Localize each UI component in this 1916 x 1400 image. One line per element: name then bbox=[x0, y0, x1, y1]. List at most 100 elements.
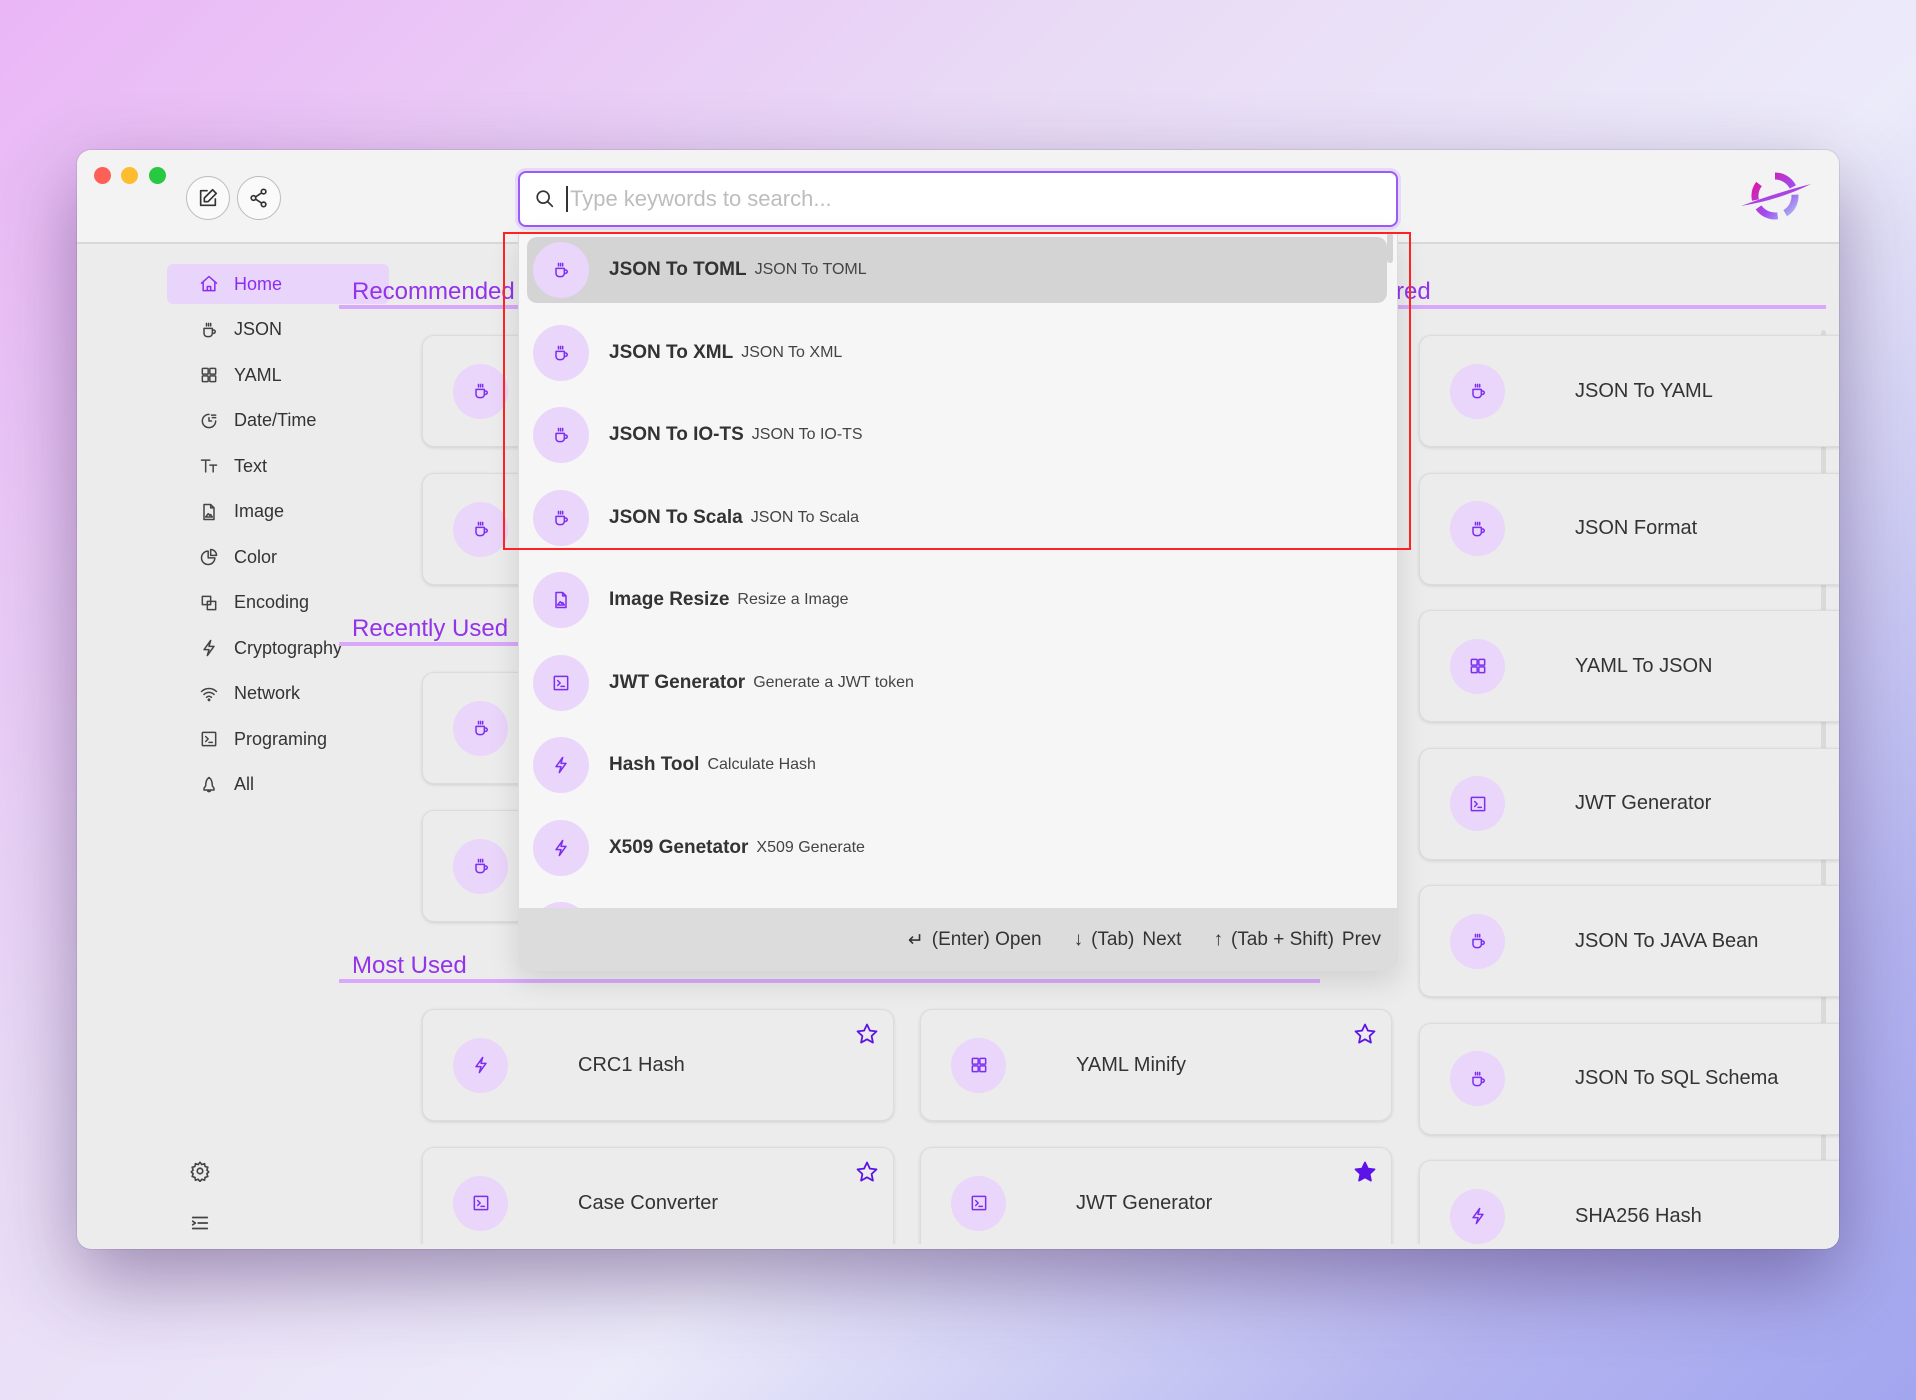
bolt-icon bbox=[1450, 1188, 1505, 1244]
tool-card-title: CRC1 Hash bbox=[578, 1053, 685, 1076]
result-title: JSON To XML bbox=[609, 341, 734, 363]
search-result-item[interactable]: JSON To IO-TS JSON To IO-TS bbox=[527, 402, 1387, 468]
tool-card[interactable]: CRC1 Hash bbox=[422, 1009, 894, 1121]
star-outline-icon[interactable] bbox=[855, 1022, 879, 1046]
search-result-item[interactable]: Image Resize Resize a Image bbox=[527, 567, 1387, 633]
settings-button[interactable] bbox=[189, 1160, 211, 1182]
cup-icon bbox=[1450, 1051, 1505, 1106]
sidebar-item-label: JSON bbox=[234, 319, 283, 339]
cup-icon bbox=[199, 320, 221, 340]
tool-card[interactable]: SHA256 Hash bbox=[1419, 1160, 1839, 1244]
hint-next: Next bbox=[1142, 929, 1182, 950]
clock-icon bbox=[199, 411, 221, 431]
result-subtitle: X509 Generate bbox=[756, 838, 865, 856]
result-subtitle: Calculate Hash bbox=[707, 756, 816, 773]
sidebar-item-label: Home bbox=[234, 273, 283, 294]
tool-card[interactable]: JSON To SQL Schema bbox=[1419, 1022, 1839, 1135]
tool-card-title: YAML Minify bbox=[1076, 1053, 1187, 1076]
hint-next-key: (Tab) bbox=[1091, 929, 1135, 950]
tool-card-title: JSON To JAVA Bean bbox=[1575, 929, 1759, 952]
terminal-icon bbox=[199, 729, 221, 749]
text-icon bbox=[199, 456, 221, 476]
result-title: JSON To Scala bbox=[609, 506, 743, 528]
keyboard-hints: ↵ (Enter) Open ↓ (Tab) Next ↑ (Tab + Shift) P… bbox=[519, 908, 1397, 970]
menu-icon bbox=[189, 1212, 211, 1234]
search-icon bbox=[534, 188, 556, 210]
tool-card-title: JSON To SQL Schema bbox=[1575, 1067, 1779, 1089]
search-result-item[interactable]: JSON To TOML JSON To TOML bbox=[527, 237, 1387, 303]
sidebar-item-label: Text bbox=[234, 455, 268, 476]
home-icon bbox=[199, 274, 221, 294]
sidebar-item-label: Programing bbox=[234, 728, 328, 749]
result-title: X509 Genetator bbox=[609, 836, 749, 858]
share-icon bbox=[248, 187, 270, 209]
star-filled-icon[interactable] bbox=[1353, 1160, 1377, 1184]
cup-icon bbox=[1450, 913, 1505, 969]
sidebar-item-label: Cryptography bbox=[234, 637, 343, 658]
tool-card[interactable]: JWT Generator bbox=[1419, 747, 1839, 860]
cup-icon bbox=[453, 501, 508, 557]
tool-card[interactable]: Case Converter bbox=[422, 1147, 894, 1244]
cup-icon bbox=[533, 407, 589, 463]
tool-card-title: Case Converter bbox=[578, 1191, 719, 1214]
edit-button[interactable] bbox=[186, 176, 230, 220]
gear-icon bbox=[189, 1160, 211, 1182]
terminal-icon bbox=[453, 1175, 508, 1231]
search-result-item[interactable]: JSON To Scala JSON To Scala bbox=[527, 485, 1387, 551]
close-window-button[interactable] bbox=[94, 167, 111, 184]
app-logo bbox=[1739, 170, 1813, 226]
star-outline-icon[interactable] bbox=[855, 1160, 879, 1184]
tool-card[interactable]: JSON To YAML bbox=[1419, 335, 1839, 447]
cup-icon bbox=[1450, 363, 1505, 419]
sidebar-item-label: Network bbox=[234, 683, 301, 703]
tool-card-title: JSON Format bbox=[1575, 517, 1698, 539]
cup-icon bbox=[1450, 501, 1505, 556]
sidebar-item-label: YAML bbox=[234, 364, 282, 385]
cup-icon bbox=[453, 700, 508, 756]
cup-icon bbox=[533, 324, 589, 381]
tool-card-title: JSON To YAML bbox=[1575, 379, 1713, 402]
dropdown-scrollbar[interactable] bbox=[1387, 233, 1393, 263]
search-input[interactable] bbox=[566, 186, 1346, 212]
section-title-recommended: Recommended bbox=[352, 278, 515, 305]
tool-card[interactable]: JSON To JAVA Bean bbox=[1419, 885, 1839, 997]
result-subtitle: JSON To IO-TS bbox=[751, 426, 863, 443]
search-result-item[interactable]: JWT Generator Generate a JWT token bbox=[527, 650, 1387, 716]
bolt-icon bbox=[453, 1037, 508, 1093]
bolt-icon bbox=[533, 819, 589, 876]
tool-card[interactable]: JSON Format bbox=[1419, 472, 1839, 585]
menu-button[interactable] bbox=[189, 1212, 211, 1234]
tool-card[interactable]: YAML Minify bbox=[920, 1009, 1392, 1121]
arrow-down-icon: ↓ bbox=[1073, 929, 1084, 950]
share-button[interactable] bbox=[237, 176, 281, 220]
section-title-recently-used: Recently Used bbox=[352, 615, 509, 642]
minimize-window-button[interactable] bbox=[121, 167, 138, 184]
maximize-window-button[interactable] bbox=[149, 167, 166, 184]
result-subtitle: JSON To XML bbox=[741, 343, 843, 361]
tool-card-title: YAML To JSON bbox=[1575, 654, 1713, 677]
star-outline-icon[interactable] bbox=[1353, 1022, 1377, 1046]
sidebar-item-label: All bbox=[234, 774, 255, 794]
cup-icon bbox=[533, 489, 589, 546]
sidebar-item-label: Date/Time bbox=[234, 410, 317, 430]
tool-card[interactable]: YAML To JSON bbox=[1419, 610, 1839, 722]
result-subtitle: JSON To TOML bbox=[754, 261, 867, 278]
enter-key-icon: ↵ bbox=[907, 929, 924, 951]
result-subtitle: JSON To Scala bbox=[750, 508, 859, 526]
cup-icon bbox=[533, 242, 589, 298]
search-result-item[interactable]: Hash Tool Calculate Hash bbox=[527, 732, 1387, 798]
image-icon bbox=[533, 572, 589, 628]
terminal-icon bbox=[1450, 776, 1505, 831]
arrow-up-icon: ↑ bbox=[1213, 929, 1223, 950]
sidebar-item-label: Encoding bbox=[234, 592, 310, 612]
tool-card[interactable]: JWT Generator bbox=[920, 1147, 1392, 1244]
result-title: JWT Generator bbox=[609, 671, 746, 693]
search-result-item[interactable]: X509 Genetator X509 Generate bbox=[527, 815, 1387, 881]
edit-icon bbox=[197, 187, 219, 209]
result-title: Hash Tool bbox=[609, 754, 700, 775]
search-result-item[interactable]: JSON To XML JSON To XML bbox=[527, 320, 1387, 386]
bolt-icon bbox=[533, 737, 589, 793]
hint-open: (Enter) Open bbox=[931, 929, 1042, 950]
divider bbox=[1342, 305, 1826, 309]
tool-card-title: JWT Generator bbox=[1575, 792, 1712, 814]
